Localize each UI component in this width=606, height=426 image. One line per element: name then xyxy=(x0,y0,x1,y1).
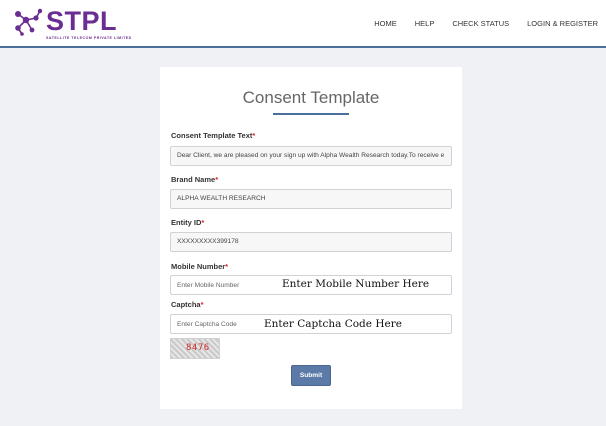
submit-button[interactable]: Submit xyxy=(291,365,331,386)
nav-login-register[interactable]: LOGIN & REGISTER xyxy=(527,19,598,28)
required-marker: * xyxy=(200,300,204,309)
captcha-label: Captcha* xyxy=(171,300,204,309)
consent-form-card: Consent Template Consent Template Text* … xyxy=(160,67,462,409)
nav-help[interactable]: HELP xyxy=(415,19,435,28)
main-nav: HOME HELP CHECK STATUS LOGIN & REGISTER xyxy=(356,19,598,28)
brand-name: STPL xyxy=(46,6,118,36)
required-marker: * xyxy=(215,175,219,184)
molecule-icon xyxy=(15,8,43,36)
required-marker: * xyxy=(252,131,256,140)
nav-check-status[interactable]: CHECK STATUS xyxy=(452,19,509,28)
entity-id-field[interactable]: XXXXXXXXX399178 xyxy=(170,232,452,252)
page-title: Consent Template xyxy=(242,88,380,107)
mobile-number-label: Mobile Number* xyxy=(171,262,229,271)
nav-home[interactable]: HOME xyxy=(374,19,397,28)
mobile-instruction-note: Enter Mobile Number Here xyxy=(282,278,430,290)
captcha-instruction-note: Enter Captcha Code Here xyxy=(264,318,402,330)
required-marker: * xyxy=(201,218,205,227)
captcha-image: 8476 xyxy=(170,338,220,359)
brand-name-label: Brand Name* xyxy=(171,175,219,184)
entity-id-label: Entity ID* xyxy=(171,218,205,227)
required-marker: * xyxy=(225,262,229,271)
stpl-logo[interactable]: STPL SATELLITE TELECOM PRIVATE LIMITED xyxy=(12,6,132,44)
template-text-field[interactable]: Dear Client, we are pleased on your sign… xyxy=(170,146,452,166)
template-text-label: Consent Template Text* xyxy=(171,131,256,140)
brand-tagline: SATELLITE TELECOM PRIVATE LIMITED xyxy=(46,36,132,40)
title-underline xyxy=(273,113,349,115)
site-header: STPL SATELLITE TELECOM PRIVATE LIMITED H… xyxy=(0,0,606,48)
brand-name-field[interactable]: ALPHA WEALTH RESEARCH xyxy=(170,189,452,209)
